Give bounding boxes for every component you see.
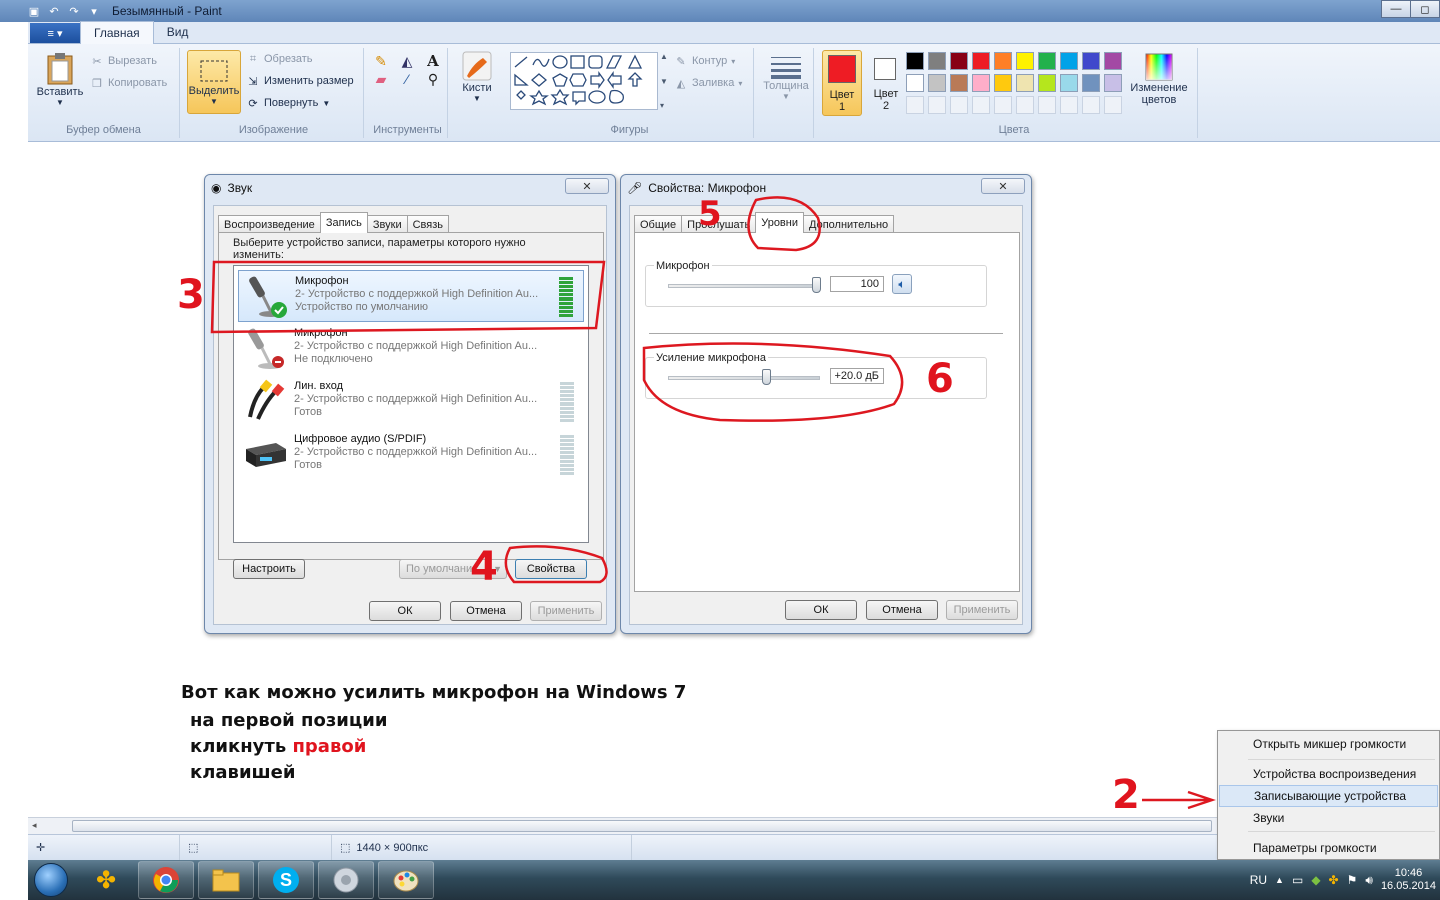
menu-separator — [1248, 831, 1435, 832]
selection-icon: ⬚ — [188, 842, 199, 854]
image-dimensions: 1440 × 900пкс — [356, 841, 429, 854]
guide-line-3-highlight: правой — [292, 736, 367, 757]
svg-text:S: S — [280, 870, 292, 890]
annotation-5: 5 — [698, 194, 722, 234]
security-icon[interactable]: ◆ — [1311, 873, 1320, 887]
highlight-outline-6 — [642, 342, 904, 422]
selection-size: ⬚ — [180, 834, 332, 861]
image-size: ⬚ 1440 × 900пкс — [332, 834, 632, 861]
language-indicator[interactable]: RU — [1250, 873, 1267, 887]
cursor-position: ✛ — [28, 834, 180, 861]
speaker-disc-icon — [333, 867, 359, 893]
guide-line-3-text: кликнуть — [190, 736, 293, 757]
scroll-left-icon[interactable]: ◂ — [32, 820, 37, 831]
menu-item-playback-devices[interactable]: Устройства воспроизведения — [1219, 763, 1438, 785]
annotation-3: 3 — [177, 272, 205, 318]
taskbar-paint[interactable] — [378, 861, 434, 899]
chrome-icon — [153, 867, 179, 893]
taskbar-chrome[interactable] — [138, 861, 194, 899]
highlight-outline-4 — [504, 545, 608, 584]
scroll-thumb[interactable] — [72, 820, 1212, 832]
menu-item-volume-settings[interactable]: Параметры громкости — [1219, 837, 1438, 859]
clock[interactable]: 10:46 16.05.2014 — [1381, 867, 1436, 893]
tab-levels[interactable]: Уровни — [755, 212, 804, 233]
paint-palette-icon — [393, 870, 419, 892]
folder-icon — [212, 869, 240, 892]
menu-item-sounds[interactable]: Звуки — [1219, 807, 1438, 829]
arrow-2 — [1142, 790, 1216, 810]
menu-item-recording-devices[interactable]: Записывающие устройства — [1219, 785, 1438, 807]
skype-icon: S — [273, 867, 299, 893]
image-size-icon: ⬚ — [340, 842, 351, 854]
windows-logo-icon — [34, 863, 68, 897]
taskbar-explorer[interactable] — [198, 861, 254, 899]
taskbar: ✤ S RU ▲ ▭ ◆ ✤ ⚑ 🔊︎ 10:46 16.05.2014 — [28, 860, 1440, 900]
taskbar-skype[interactable]: S — [258, 861, 314, 899]
menu-separator — [1248, 759, 1435, 760]
taskbar-sound-app[interactable] — [318, 861, 374, 899]
system-tray: RU ▲ ▭ ◆ ✤ ⚑ 🔊︎ 10:46 16.05.2014 — [1250, 860, 1440, 900]
horizontal-scrollbar[interactable]: ◂ — [28, 817, 1218, 834]
volume-icon[interactable]: 🔊︎ — [1365, 873, 1373, 888]
taskbar-app-1[interactable]: ✤ — [78, 861, 134, 899]
guide-line-3: кликнуть правой — [190, 736, 366, 757]
clock-time: 10:46 — [1394, 867, 1423, 879]
highlight-outline-3 — [210, 260, 606, 334]
annotation-2: 2 — [1112, 772, 1140, 818]
guide-line-2: на первой позиции — [190, 710, 388, 731]
start-button[interactable] — [28, 860, 74, 900]
menu-item-open-mixer[interactable]: Открыть микшер громкости — [1219, 733, 1438, 755]
flag-icon[interactable]: ⚑ — [1347, 873, 1358, 887]
volume-context-menu: Открыть микшер громкости Устройства восп… — [1217, 730, 1440, 860]
tab-recording[interactable]: Запись — [319, 212, 368, 233]
app-tray-icon[interactable]: ✤ — [1329, 873, 1339, 887]
guide-line-4: клавишей — [190, 762, 296, 783]
annotation-6: 6 — [926, 356, 954, 402]
guide-line-1: Вот как можно усилить микрофон на Window… — [181, 682, 687, 703]
show-hidden-icons-icon[interactable]: ▲ — [1275, 875, 1284, 885]
annotation-4: 4 — [470, 544, 498, 590]
clock-date: 16.05.2014 — [1380, 880, 1436, 892]
network-icon[interactable]: ▭ — [1292, 873, 1303, 887]
move-icon: ✛ — [36, 842, 46, 854]
app-icon: ✤ — [95, 866, 117, 894]
